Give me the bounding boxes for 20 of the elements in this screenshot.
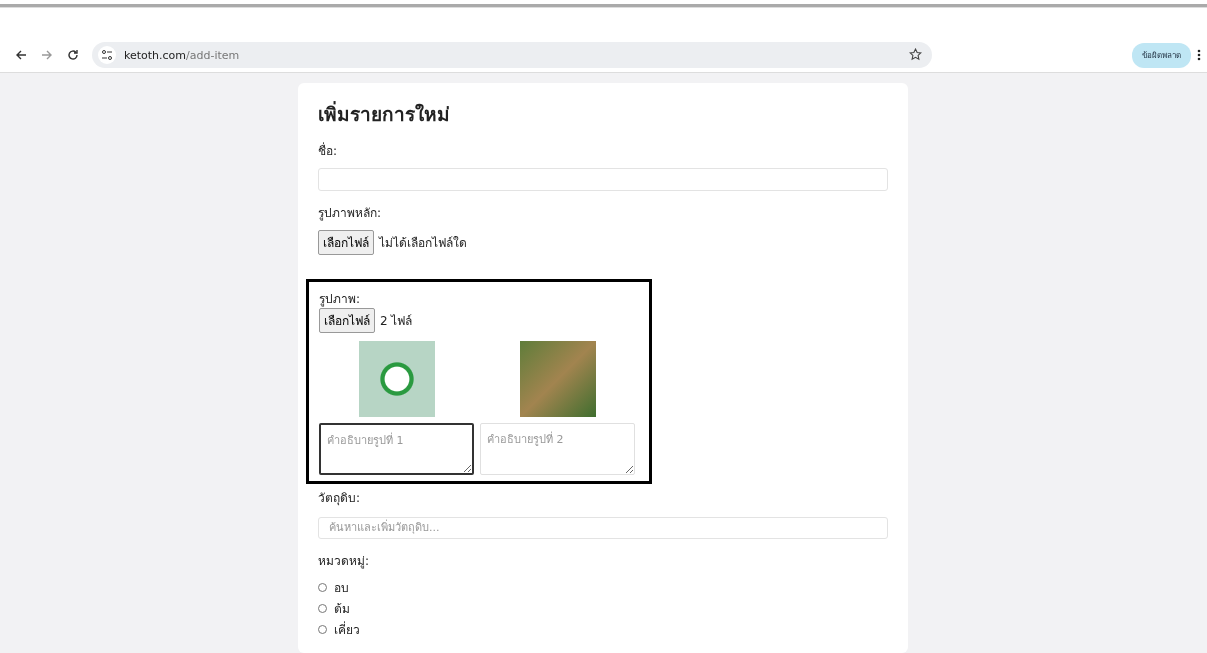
ingredient-search-field[interactable]: ค้นหาและเพิ่มวัตถุดิบ... xyxy=(318,516,888,539)
field-label: วัตถุดิบ: xyxy=(318,489,362,507)
radio-label: ต้ม xyxy=(334,601,350,618)
error-chip[interactable]: ข้อผิดพลาด xyxy=(1132,42,1191,68)
file-status: ไม่ได้เลือกไฟล์ใด xyxy=(379,234,467,252)
form-title: เพิ่มรายการใหม่ xyxy=(318,100,451,127)
field-label: รูปภาพ: xyxy=(319,291,361,306)
radio-label: เคี่ยว xyxy=(334,620,360,639)
url-text: ketoth.com/add-item xyxy=(124,48,241,62)
caption-field[interactable]: คำอธิบายรูปที่ 1 xyxy=(319,422,474,475)
name-field[interactable] xyxy=(318,168,888,191)
field-label: ชื่อ: xyxy=(318,141,339,160)
field-label: รูปภาพหลัก: xyxy=(318,204,383,222)
choose-file-button[interactable]: เลือกไฟล์ xyxy=(318,229,374,255)
field-label: หมวดหมู่: xyxy=(318,553,371,570)
site-settings-icon[interactable] xyxy=(98,46,116,64)
radio-label: อบ xyxy=(334,580,349,597)
address-bar[interactable]: ketoth.com/add-item xyxy=(92,42,932,68)
choose-file-button[interactable]: เลือกไฟล์ xyxy=(319,307,375,333)
file-status: 2 ไฟล์ xyxy=(380,312,413,330)
